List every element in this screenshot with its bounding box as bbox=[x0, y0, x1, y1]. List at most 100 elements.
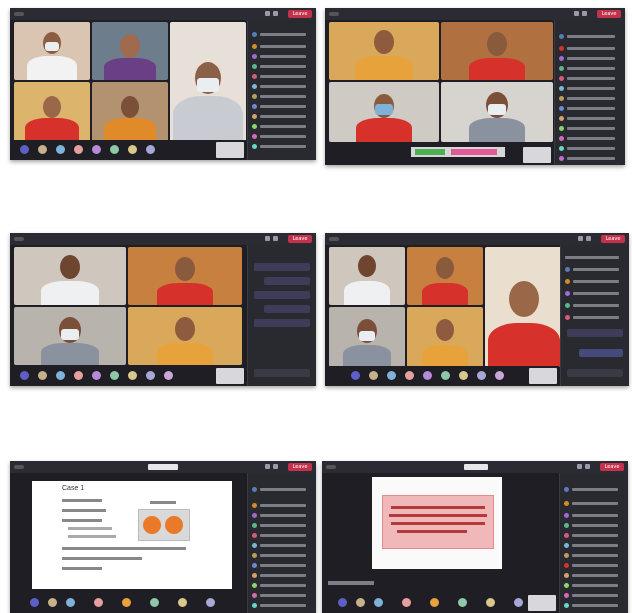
participants-panel bbox=[554, 20, 625, 165]
chat-message bbox=[254, 291, 310, 299]
meeting-topbar: Leave bbox=[10, 461, 316, 473]
slide-content-box bbox=[382, 495, 494, 549]
window-menu-icon[interactable] bbox=[14, 465, 24, 469]
chat-icon[interactable] bbox=[273, 236, 278, 241]
chat-icon[interactable] bbox=[582, 11, 587, 16]
camera-icon[interactable] bbox=[48, 598, 57, 607]
chat-icon[interactable] bbox=[273, 11, 278, 16]
video-tile bbox=[14, 307, 126, 365]
leave-button[interactable]: Leave bbox=[288, 463, 312, 471]
participant-avatar bbox=[206, 598, 215, 607]
chat-message bbox=[254, 263, 310, 271]
video-tile bbox=[14, 22, 90, 80]
participants-icon[interactable] bbox=[265, 11, 270, 16]
participants-icon[interactable] bbox=[265, 464, 270, 469]
camera-icon[interactable] bbox=[38, 371, 47, 380]
chat-message bbox=[254, 319, 310, 327]
participants-panel bbox=[247, 20, 316, 160]
participants-icon[interactable] bbox=[574, 11, 579, 16]
leave-button[interactable]: Leave bbox=[288, 10, 312, 18]
chat-icon[interactable] bbox=[273, 464, 278, 469]
window-menu-icon[interactable] bbox=[14, 237, 24, 241]
self-view bbox=[528, 595, 556, 611]
participant-avatar bbox=[459, 371, 468, 380]
self-view bbox=[216, 368, 244, 384]
participant-avatar bbox=[74, 371, 83, 380]
participant-avatar bbox=[495, 371, 504, 380]
participant-avatar bbox=[128, 145, 137, 154]
participant-avatar bbox=[514, 598, 523, 607]
share-icon[interactable] bbox=[56, 145, 65, 154]
window-menu-icon[interactable] bbox=[329, 237, 339, 241]
participant-avatar bbox=[74, 145, 83, 154]
chat-input[interactable] bbox=[567, 369, 623, 377]
presenter-label bbox=[328, 581, 374, 585]
shared-content-strip bbox=[411, 147, 505, 157]
share-icon[interactable] bbox=[374, 598, 383, 607]
participant-avatar bbox=[477, 371, 486, 380]
mic-icon[interactable] bbox=[20, 145, 29, 154]
video-tile bbox=[128, 247, 242, 305]
participant-avatar bbox=[164, 371, 173, 380]
slide-bullet bbox=[62, 519, 102, 522]
leave-button[interactable]: Leave bbox=[601, 235, 625, 243]
window-menu-icon[interactable] bbox=[14, 12, 24, 16]
shared-slide: Case 1 bbox=[32, 481, 232, 589]
participant-avatar bbox=[423, 371, 432, 380]
participants-icon[interactable] bbox=[578, 236, 583, 241]
mic-icon[interactable] bbox=[351, 371, 360, 380]
video-tile bbox=[485, 247, 563, 367]
chat-panel bbox=[247, 245, 316, 386]
participant-avatar bbox=[430, 598, 439, 607]
leave-button[interactable]: Leave bbox=[597, 10, 621, 18]
meeting-topbar: Leave bbox=[325, 233, 629, 245]
meeting-screenshot-6: Leave bbox=[322, 461, 628, 613]
call-controls-bar bbox=[325, 145, 553, 165]
slide-title: Case 1 bbox=[62, 485, 85, 492]
chat-message bbox=[579, 349, 623, 357]
meeting-screenshot-5: Leave Case 1 bbox=[10, 461, 316, 613]
video-grid bbox=[329, 247, 563, 367]
video-tile bbox=[329, 22, 439, 80]
meeting-topbar: Leave bbox=[10, 233, 316, 245]
slide-image bbox=[138, 509, 190, 541]
chat-icon[interactable] bbox=[586, 236, 591, 241]
mic-icon[interactable] bbox=[20, 371, 29, 380]
share-icon[interactable] bbox=[66, 598, 75, 607]
camera-icon[interactable] bbox=[369, 371, 378, 380]
participant-avatar bbox=[150, 598, 159, 607]
slide-bullet bbox=[62, 547, 186, 550]
leave-button[interactable]: Leave bbox=[288, 235, 312, 243]
mic-icon[interactable] bbox=[30, 598, 39, 607]
chat-icon[interactable] bbox=[585, 464, 590, 469]
camera-icon[interactable] bbox=[356, 598, 365, 607]
share-icon[interactable] bbox=[56, 371, 65, 380]
meeting-screenshot-2: Leave bbox=[325, 8, 625, 165]
participants-panel bbox=[559, 473, 628, 613]
meeting-topbar: Leave bbox=[10, 8, 316, 20]
sharing-indicator bbox=[148, 464, 178, 470]
participants-icon[interactable] bbox=[265, 236, 270, 241]
chat-input[interactable] bbox=[254, 369, 310, 377]
meeting-screenshot-3: Leave bbox=[10, 233, 316, 386]
participants-panel bbox=[247, 473, 316, 613]
video-tile bbox=[441, 82, 553, 142]
window-menu-icon[interactable] bbox=[329, 12, 339, 16]
mic-icon[interactable] bbox=[338, 598, 347, 607]
meeting-screenshot-4: Leave bbox=[325, 233, 629, 386]
slide-bullet bbox=[68, 535, 116, 538]
participant-avatar bbox=[458, 598, 467, 607]
participants-icon[interactable] bbox=[577, 464, 582, 469]
participant-avatar bbox=[94, 598, 103, 607]
participant-avatar bbox=[441, 371, 450, 380]
participant-avatar bbox=[146, 371, 155, 380]
participant-avatar bbox=[146, 145, 155, 154]
leave-button[interactable]: Leave bbox=[600, 463, 624, 471]
meeting-screenshot-1: Leave bbox=[10, 8, 316, 160]
slide-label bbox=[150, 501, 176, 504]
camera-icon[interactable] bbox=[38, 145, 47, 154]
share-icon[interactable] bbox=[387, 371, 396, 380]
video-tile bbox=[441, 22, 553, 80]
slide-bullet bbox=[62, 509, 106, 512]
window-menu-icon[interactable] bbox=[326, 465, 336, 469]
